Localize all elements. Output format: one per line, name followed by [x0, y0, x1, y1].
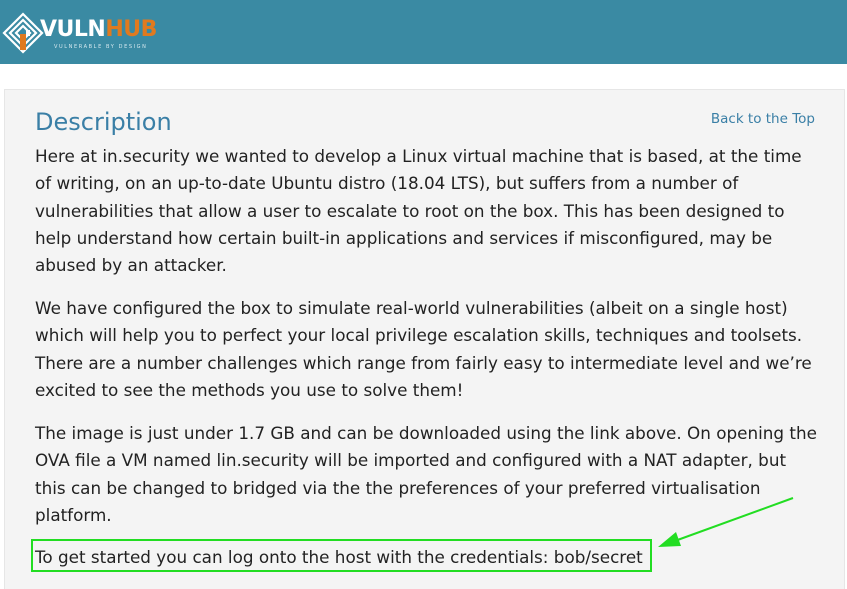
description-paragraph-2: We have configured the box to simulate r…	[35, 298, 812, 400]
credentials-highlight-box	[31, 539, 652, 572]
back-to-top-link[interactable]: Back to the Top	[711, 110, 815, 128]
logo-tagline: VULNERABLE BY DESIGN	[54, 44, 148, 50]
site-header: VULNHUB VULNERABLE BY DESIGN	[0, 0, 847, 64]
logo-text-hub: HUB	[105, 17, 157, 42]
vulnhub-logo[interactable]: VULNHUB VULNERABLE BY DESIGN	[2, 10, 167, 56]
description-heading: Description	[35, 108, 172, 136]
arrow-left-down-icon	[658, 497, 794, 547]
logo-text-vuln: VULN	[40, 17, 106, 42]
vulnhub-wordmark: VULNHUB	[40, 18, 157, 42]
description-paragraph-1: Here at in.security we wanted to develop…	[35, 146, 802, 276]
